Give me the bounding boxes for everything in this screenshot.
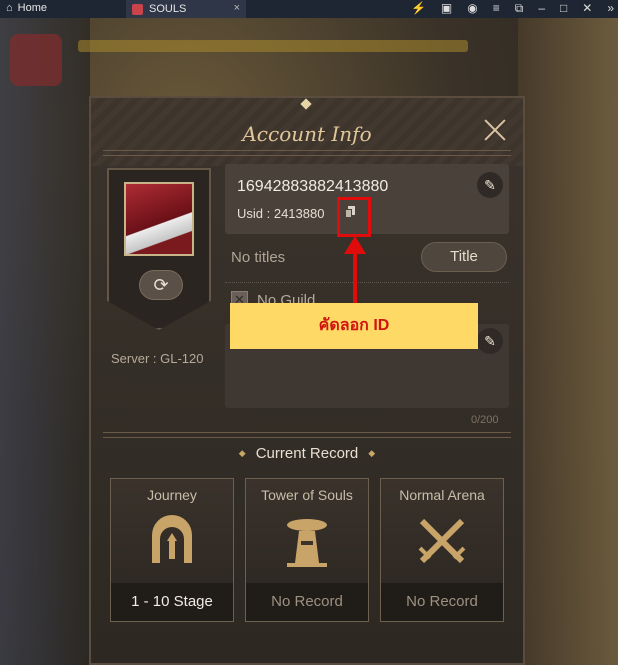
title-button[interactable]: Title xyxy=(421,242,507,272)
menu-icon[interactable]: ≡ xyxy=(493,1,500,16)
tower-icon xyxy=(287,519,327,567)
home-icon: ⌂ xyxy=(6,2,13,14)
record-title: Journey xyxy=(147,487,197,503)
profile-banner: ⟳ xyxy=(107,168,211,330)
app-icon xyxy=(132,3,143,15)
titles-status: No titles xyxy=(231,249,286,266)
usid-label: Usid : 2413880 xyxy=(237,206,325,221)
close-dialog-button[interactable] xyxy=(483,118,507,142)
change-avatar-button[interactable]: ⟳ xyxy=(139,270,183,300)
background-right-blur xyxy=(518,18,618,665)
gate-icon xyxy=(152,515,192,563)
close-tab-button[interactable]: × xyxy=(234,2,240,14)
dialog-title: Account Info xyxy=(242,122,372,146)
background-banner xyxy=(78,40,468,52)
current-record-label: Current Record xyxy=(255,445,359,462)
more-icon[interactable]: » xyxy=(607,1,614,16)
record-card-arena[interactable]: Normal Arena No Record xyxy=(380,478,504,622)
record-title: Normal Arena xyxy=(399,487,485,503)
refresh-icon: ⟳ xyxy=(153,274,169,295)
minimize-icon[interactable]: – xyxy=(538,1,545,16)
edit-name-button[interactable]: ✎ xyxy=(477,172,503,198)
restore-icon[interactable]: ⧉ xyxy=(515,1,524,16)
header-divider xyxy=(103,150,511,156)
account-info-dialog: Account Info ⟳ Server : GL-120 169428838… xyxy=(89,96,525,665)
account-id: 16942883882413880 xyxy=(237,178,389,195)
tab-home-label: Home xyxy=(17,2,47,14)
tab-home[interactable]: ⌂ Home xyxy=(6,2,47,14)
tab-souls-label: SOULS xyxy=(149,3,187,15)
copy-id-highlight xyxy=(337,197,371,237)
avatar[interactable] xyxy=(124,182,194,256)
maximize-icon[interactable]: □ xyxy=(560,1,567,16)
edit-intro-button[interactable]: ✎ xyxy=(477,328,503,354)
record-title: Tower of Souls xyxy=(261,487,353,503)
crossed-swords-icon xyxy=(418,518,466,564)
account-icon[interactable]: ◉ xyxy=(467,1,477,16)
close-icon[interactable]: ✕ xyxy=(582,1,592,16)
tab-souls[interactable]: SOULS × xyxy=(126,0,246,18)
record-value: No Record xyxy=(381,583,503,621)
record-card-journey[interactable]: Journey 1 - 10 Stage xyxy=(110,478,234,622)
record-divider xyxy=(103,432,511,438)
diamond-icon: ◆ xyxy=(368,448,376,458)
pencil-icon: ✎ xyxy=(484,332,496,349)
background-left-blur xyxy=(0,18,90,665)
record-value: No Record xyxy=(246,583,368,621)
arrow-shaft xyxy=(353,252,357,304)
top-tab-bar: ⌂ Home SOULS × ⚡ ▣ ◉ ≡ ⧉ – □ ✕ » xyxy=(0,0,618,18)
diamond-icon: ◆ xyxy=(238,448,246,458)
background-avatar xyxy=(10,34,62,86)
gamepad-icon[interactable]: ▣ xyxy=(441,1,452,16)
copy-id-callout: คัดลอก ID xyxy=(230,303,478,349)
pencil-icon: ✎ xyxy=(484,176,496,193)
bolt-icon[interactable]: ⚡ xyxy=(411,1,426,16)
dotted-divider xyxy=(225,282,509,283)
current-record-heading: ◆ Current Record ◆ xyxy=(91,445,523,462)
record-value: 1 - 10 Stage xyxy=(111,583,233,621)
character-count: 0/200 xyxy=(471,414,499,426)
record-card-tower[interactable]: Tower of Souls No Record xyxy=(245,478,369,622)
window-controls: ⚡ ▣ ◉ ≡ ⧉ – □ ✕ » xyxy=(411,1,614,16)
server-label: Server : GL-120 xyxy=(111,351,204,366)
